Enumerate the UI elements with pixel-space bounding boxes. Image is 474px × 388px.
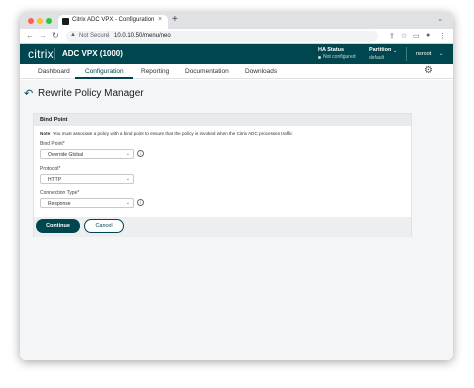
- url-field[interactable]: ▲ Not Secure | 10.0.10.50/menu/neo: [66, 31, 378, 42]
- back-nav-icon[interactable]: ←: [26, 31, 34, 40]
- gear-icon[interactable]: ⚙: [424, 65, 433, 76]
- chevron-down-icon[interactable]: ⌄: [439, 51, 443, 57]
- chevron-down-icon[interactable]: ⌄: [393, 48, 397, 54]
- citrix-logo: citrix: [28, 47, 54, 61]
- nav-reporting[interactable]: Reporting: [141, 68, 169, 75]
- page-title: Rewrite Policy Manager: [38, 88, 144, 99]
- info-icon[interactable]: i: [137, 199, 144, 206]
- browser-menu-icon[interactable]: ⋮: [439, 32, 446, 40]
- nav-configuration[interactable]: Configuration: [85, 68, 124, 75]
- browser-tab[interactable]: Citrix ADC VPX - Configuration ×: [58, 15, 168, 29]
- bind-point-panel: Bind Point Note: You must associate a po…: [33, 113, 412, 237]
- nav-dashboard[interactable]: Dashboard: [38, 68, 70, 75]
- window-zoom-button[interactable]: [46, 18, 52, 24]
- profile-icon[interactable]: ●: [426, 32, 430, 39]
- tab-title: Citrix ADC VPX - Configuration: [72, 17, 155, 23]
- address-bar-row: ← → ↻ ▲ Not Secure | 10.0.10.50/menu/neo…: [20, 29, 453, 44]
- bind-point-select[interactable]: Override Global ⌄: [40, 149, 134, 159]
- protocol-value: HTTP: [48, 177, 62, 183]
- main-content: ↶ Rewrite Policy Manager Bind Point Note…: [20, 80, 453, 360]
- ha-status-title[interactable]: HA Status: [318, 47, 344, 53]
- active-nav-indicator: [75, 77, 133, 79]
- user-menu[interactable]: nsroot: [416, 51, 431, 57]
- connection-type-value: Response: [48, 201, 71, 207]
- citrix-favicon-icon: [62, 18, 69, 25]
- back-arrow-icon[interactable]: ↶: [24, 87, 33, 100]
- panel-title: Bind Point: [40, 117, 68, 123]
- partition-value: default: [369, 55, 385, 61]
- url-separator: |: [108, 32, 110, 38]
- reload-icon[interactable]: ↻: [52, 31, 59, 40]
- ha-status-value: Not configured: [323, 54, 356, 60]
- browser-tab-bar: Citrix ADC VPX - Configuration × + ⌄: [20, 12, 453, 29]
- warning-icon: ▲: [70, 32, 76, 38]
- sidebar-icon[interactable]: ▭: [413, 32, 420, 40]
- main-nav: Dashboard Configuration Reporting Docume…: [20, 64, 453, 79]
- chevron-down-icon: ⌄: [125, 151, 130, 157]
- nav-downloads[interactable]: Downloads: [245, 68, 277, 75]
- browser-window: Citrix ADC VPX - Configuration × + ⌄ ← →…: [20, 12, 453, 360]
- protocol-select[interactable]: HTTP ⌄: [40, 174, 134, 184]
- connection-type-select[interactable]: Response ⌄: [40, 198, 134, 208]
- connection-type-label: Connection Type*: [40, 190, 80, 196]
- bind-point-value: Override Global: [48, 152, 84, 158]
- panel-footer: Continue Cancel: [34, 217, 411, 237]
- not-secure-label: Not Secure: [79, 33, 110, 39]
- note-text: : You must associate a policy with a bin…: [50, 131, 293, 136]
- new-tab-button[interactable]: +: [172, 14, 178, 25]
- nav-documentation[interactable]: Documentation: [185, 68, 229, 75]
- chevron-down-icon: ⌄: [125, 200, 130, 206]
- chevron-down-icon: ⌄: [125, 176, 130, 182]
- info-icon[interactable]: i: [137, 150, 144, 157]
- bookmark-star-icon[interactable]: ☆: [401, 32, 407, 40]
- header-divider: [406, 47, 407, 61]
- url-text: 10.0.10.50/menu/neo: [114, 33, 171, 39]
- tab-search-icon[interactable]: ⌄: [437, 15, 443, 23]
- window-minimize-button[interactable]: [37, 18, 43, 24]
- header-divider: [54, 48, 55, 60]
- partition-dropdown[interactable]: Partition: [369, 47, 391, 53]
- app-header: citrix ADC VPX (1000) HA Status Not conf…: [20, 44, 453, 64]
- bind-point-label: Bind Point*: [40, 141, 65, 147]
- share-icon[interactable]: ⇪: [389, 32, 395, 40]
- continue-button[interactable]: Continue: [36, 219, 80, 233]
- panel-header: Bind Point: [34, 114, 411, 126]
- tab-close-icon[interactable]: ×: [158, 16, 162, 23]
- product-name: ADC VPX (1000): [62, 49, 123, 58]
- forward-nav-icon[interactable]: →: [39, 31, 47, 40]
- cancel-button[interactable]: Cancel: [84, 219, 124, 233]
- ha-status-dot-icon: [318, 56, 321, 59]
- bind-point-note: Note: You must associate a policy with a…: [40, 131, 292, 136]
- window-close-button[interactable]: [28, 18, 34, 24]
- protocol-label: Protocol*: [40, 166, 61, 172]
- note-label: Note: [40, 131, 51, 136]
